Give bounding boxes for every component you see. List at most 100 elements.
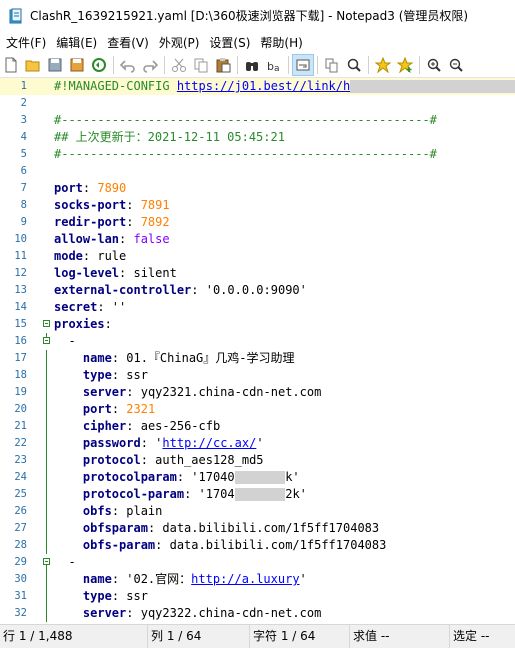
zoom-icon[interactable] xyxy=(343,54,365,76)
bookmark-add-icon[interactable] xyxy=(394,54,416,76)
code-line[interactable]: 24 protocolparam: '17040xxxxxxxk' xyxy=(0,469,515,486)
redacted-text: xxxxxxx xyxy=(234,488,286,501)
code-token: - xyxy=(54,555,76,569)
menu-help[interactable]: 帮助(H) xyxy=(254,34,306,51)
svg-text:a: a xyxy=(274,64,280,73)
code-line[interactable]: 27 obfsparam: data.bilibili.com/1f5ff170… xyxy=(0,520,515,537)
menu-view[interactable]: 查看(V) xyxy=(101,34,153,51)
scheme-icon[interactable] xyxy=(321,54,343,76)
code-line[interactable]: 31 type: ssr xyxy=(0,588,515,605)
code-line[interactable]: 3 #--------------------------------------… xyxy=(0,112,515,129)
line-text: obfs: plain xyxy=(54,503,162,520)
code-line[interactable]: 9 redir-port: 7892 xyxy=(0,214,515,231)
line-number: 2 xyxy=(20,97,27,109)
code-token[interactable]: http://a.luxury xyxy=(191,572,299,586)
toolbar-separator xyxy=(237,56,238,74)
code-line[interactable]: 6 xyxy=(0,163,515,180)
word-wrap-icon[interactable] xyxy=(292,54,314,76)
code-line[interactable]: 17 name: 01.『ChinaG』几鸡-学习助理 xyxy=(0,350,515,367)
code-line[interactable]: 19 server: yqy2321.china-cdn-net.com xyxy=(0,384,515,401)
save-icon[interactable] xyxy=(44,54,66,76)
code-line[interactable]: 22 password: 'http://cc.ax/' xyxy=(0,435,515,452)
code-line[interactable]: 10 allow-lan: false xyxy=(0,231,515,248)
code-token: ' xyxy=(299,572,307,586)
line-text: obfsparam: data.bilibili.com/1f5ff170408… xyxy=(54,520,379,537)
fold-toggle-icon[interactable] xyxy=(43,320,50,327)
fold-line xyxy=(46,435,47,452)
code-line[interactable]: 11 mode: rule xyxy=(0,248,515,265)
code-line[interactable]: 14 secret: '' xyxy=(0,299,515,316)
code-line[interactable]: 13 external-controller: '0.0.0.0:9090' xyxy=(0,282,515,299)
line-text: external-controller: '0.0.0.0:9090' xyxy=(54,282,307,299)
redo-icon[interactable] xyxy=(139,54,161,76)
menu-settings[interactable]: 设置(S) xyxy=(203,34,254,51)
code-line[interactable]: 12 log-level: silent xyxy=(0,265,515,282)
code-token: ' xyxy=(256,436,264,450)
fold-line xyxy=(46,418,47,435)
line-text: #!MANAGED-CONFIG https://j01.best//link/… xyxy=(54,78,515,95)
fold-toggle-icon[interactable] xyxy=(43,558,50,565)
code-token: 2321 xyxy=(126,402,156,416)
zoom-in-icon[interactable] xyxy=(423,54,445,76)
zoom-out-icon[interactable] xyxy=(445,54,467,76)
replace-icon[interactable]: ba xyxy=(263,54,285,76)
copy-icon[interactable] xyxy=(190,54,212,76)
new-file-icon[interactable] xyxy=(0,54,22,76)
code-line[interactable]: 30 name: '02.官网：http://a.luxury' xyxy=(0,571,515,588)
code-line[interactable]: 18 type: ssr xyxy=(0,367,515,384)
code-line[interactable]: 5 #--------------------------------------… xyxy=(0,146,515,163)
code-token: protocol-param xyxy=(82,487,185,501)
code-line[interactable]: 2 xyxy=(0,95,515,112)
fold-line xyxy=(46,486,47,503)
editor-area[interactable]: 1 #!MANAGED-CONFIG https://j01.best//link… xyxy=(0,78,515,624)
menu-file[interactable]: 文件(F) xyxy=(0,34,50,51)
undo-icon[interactable] xyxy=(117,54,139,76)
line-number: 31 xyxy=(14,590,27,602)
title-bar: ClashR_1639215921.yaml [D:\360极速浏览器下载] -… xyxy=(0,0,515,31)
code-token[interactable]: https://j01.best//link/h xyxy=(177,79,350,93)
code-line[interactable]: 7 port: 7890 xyxy=(0,180,515,197)
code-line[interactable]: 16 - xyxy=(0,333,515,350)
bookmark-icon[interactable] xyxy=(372,54,394,76)
code-token: 7892 xyxy=(140,215,170,229)
fold-line xyxy=(46,520,47,537)
menu-appearance[interactable]: 外观(P) xyxy=(153,34,204,51)
save-as-icon[interactable] xyxy=(66,54,88,76)
revert-icon[interactable] xyxy=(88,54,110,76)
code-token[interactable]: http://cc.ax/ xyxy=(162,436,256,450)
line-number: 1 xyxy=(20,80,27,92)
fold-line xyxy=(46,503,47,520)
code-line[interactable]: 8 socks-port: 7891 xyxy=(0,197,515,214)
code-line[interactable]: 23 protocol: auth_aes128_md5 xyxy=(0,452,515,469)
cut-icon[interactable] xyxy=(168,54,190,76)
code-token: : '1704 xyxy=(184,487,235,501)
code-line[interactable]: 1 #!MANAGED-CONFIG https://j01.best//link… xyxy=(0,78,515,95)
line-number: 29 xyxy=(14,556,27,568)
line-number: 5 xyxy=(20,148,27,160)
line-number: 19 xyxy=(14,386,27,398)
menu-edit[interactable]: 编辑(E) xyxy=(50,34,101,51)
code-token: : '02.官网： xyxy=(111,572,192,586)
line-text: port: 2321 xyxy=(54,401,155,418)
line-number: 32 xyxy=(14,607,27,619)
code-line[interactable]: 21 cipher: aes-256-cfb xyxy=(0,418,515,435)
line-number: 24 xyxy=(14,471,27,483)
fold-toggle-icon[interactable] xyxy=(43,337,50,344)
code-line[interactable]: 25 protocol-param: '1704xxxxxxx2k' xyxy=(0,486,515,503)
code-line[interactable]: 4 ## 上次更新于：2021-12-11 05:45:21 xyxy=(0,129,515,146)
line-number: 12 xyxy=(14,267,27,279)
code-line[interactable]: 15 proxies: xyxy=(0,316,515,333)
code-line[interactable]: 29 - xyxy=(0,554,515,571)
find-icon[interactable] xyxy=(241,54,263,76)
code-line[interactable]: 26 obfs: plain xyxy=(0,503,515,520)
open-folder-icon[interactable] xyxy=(22,54,44,76)
code-token: : ssr xyxy=(111,368,148,382)
code-line[interactable]: 28 obfs-param: data.bilibili.com/1f5ff17… xyxy=(0,537,515,554)
paste-icon[interactable] xyxy=(212,54,234,76)
line-text: mode: rule xyxy=(54,248,126,265)
code-line[interactable]: 20 port: 2321 xyxy=(0,401,515,418)
line-text: - xyxy=(54,333,75,350)
code-line[interactable]: 32 server: yqy2322.china-cdn-net.com xyxy=(0,605,515,622)
line-text: ## 上次更新于：2021-12-11 05:45:21 xyxy=(54,129,285,146)
